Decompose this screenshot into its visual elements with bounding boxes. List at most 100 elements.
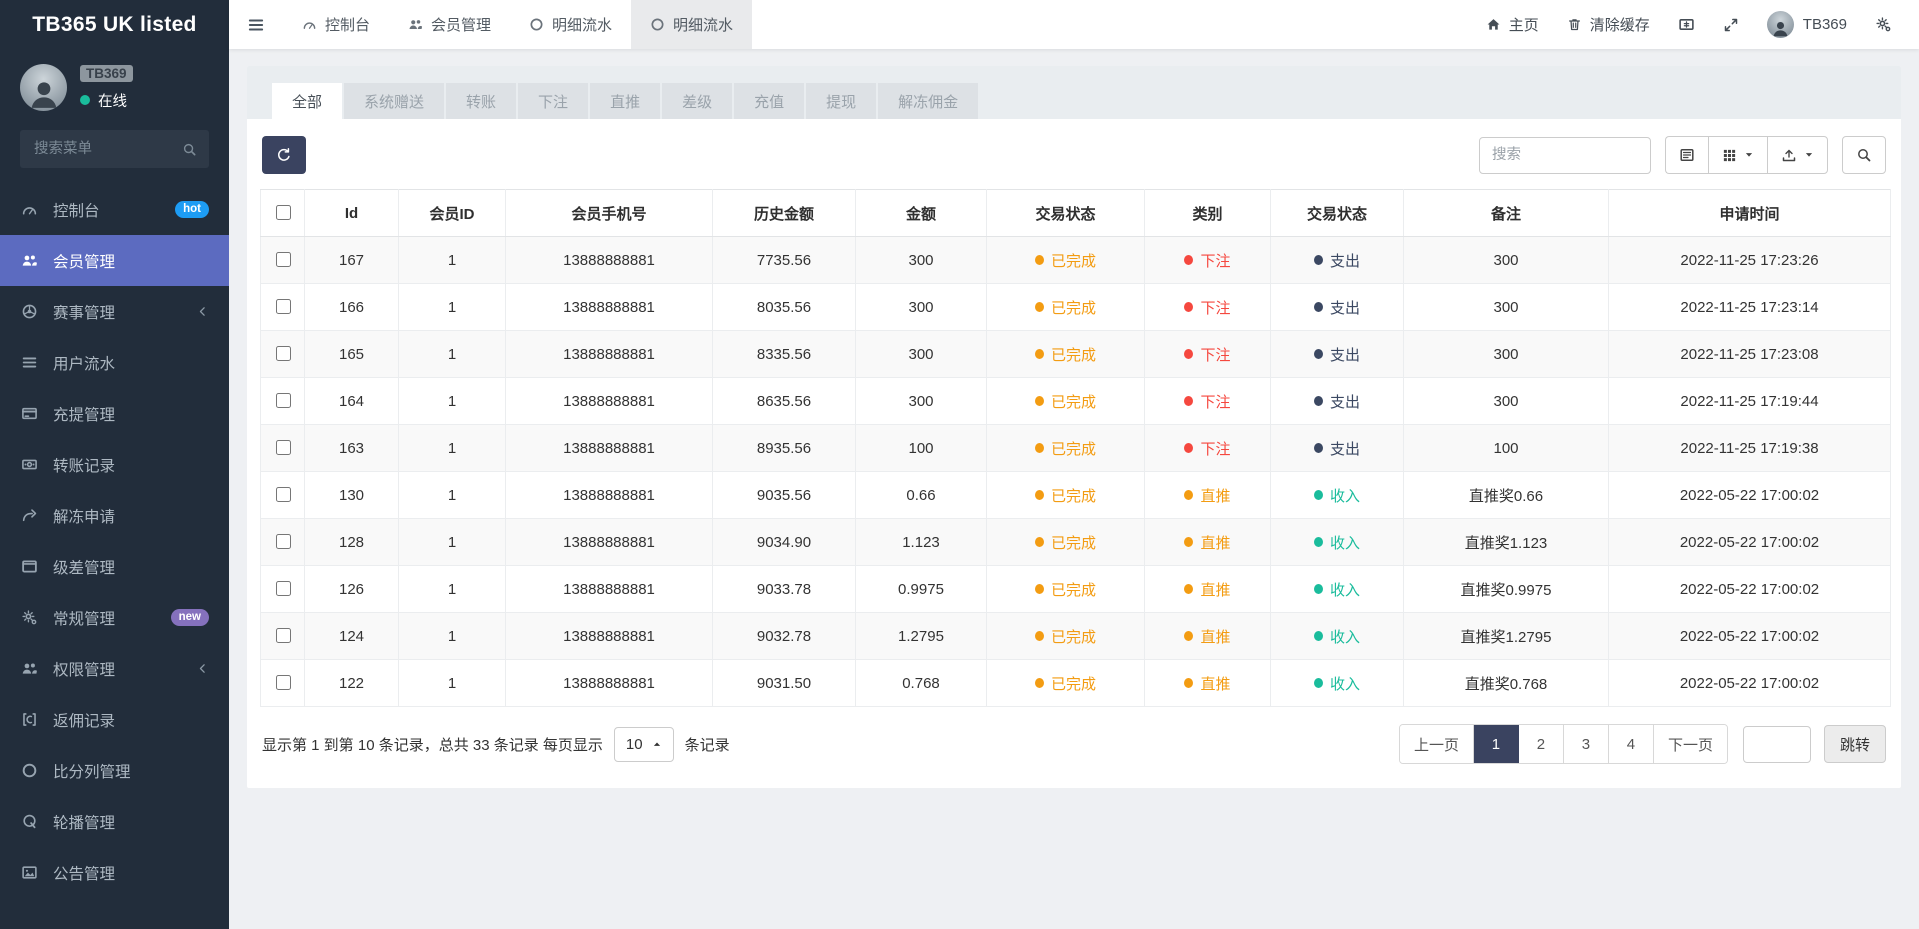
select-all-checkbox[interactable]	[275, 205, 291, 220]
home-link[interactable]: 主页	[1486, 14, 1539, 35]
cell-flow: 收入	[1270, 612, 1404, 660]
jump-page-input[interactable]	[1742, 725, 1811, 763]
cell-id: 124	[304, 612, 399, 660]
filter-tab-4[interactable]: 直推	[590, 83, 661, 119]
page-button-1[interactable]: 1	[1473, 725, 1519, 763]
clear-cache-link[interactable]: 清除缓存	[1567, 14, 1650, 35]
status-label: 支出	[1329, 393, 1360, 411]
cell-amount: 0.9975	[855, 565, 987, 613]
filter-tab-8[interactable]: 解冻佣金	[878, 83, 979, 119]
nav-tab-dashboard[interactable]: 控制台	[283, 0, 389, 49]
columns-button[interactable]	[1708, 136, 1767, 174]
sidebar-item-announcements[interactable]: 公告管理	[0, 847, 229, 898]
nav-tab-flow-2[interactable]: 明细流水	[631, 0, 753, 49]
currency-button[interactable]	[1678, 16, 1695, 33]
sidebar-item-level-diff[interactable]: 级差管理	[0, 541, 229, 592]
row-checkbox[interactable]	[275, 440, 291, 455]
sidebar-item-members[interactable]: 会员管理	[0, 235, 229, 286]
refresh-button[interactable]	[262, 136, 306, 174]
status-badge: 已完成	[1034, 626, 1096, 647]
users-icon	[408, 17, 423, 32]
nav-tab-flow-1[interactable]: 明细流水	[510, 0, 631, 49]
sidebar-toggle-button[interactable]	[229, 16, 283, 34]
page-button-3[interactable]: 3	[1563, 725, 1609, 763]
status-label: 下注	[1200, 393, 1231, 411]
filter-tab-6[interactable]: 充值	[734, 83, 805, 119]
filter-tab-5[interactable]: 差级	[662, 83, 733, 119]
row-checkbox[interactable]	[275, 487, 291, 502]
row-checkbox[interactable]	[275, 628, 291, 643]
sidebar-item-label: 会员管理	[53, 253, 116, 271]
cell-checkbox	[260, 236, 305, 284]
fullscreen-button[interactable]	[1723, 17, 1739, 33]
sidebar-item-general[interactable]: 常规管理 new	[0, 592, 229, 643]
row-checkbox[interactable]	[275, 581, 291, 596]
cell-category: 直推	[1144, 612, 1271, 660]
filter-tab-2[interactable]: 转账	[446, 83, 517, 119]
filter-tab-7[interactable]: 提现	[806, 83, 877, 119]
sidebar-item-permissions[interactable]: 权限管理	[0, 643, 229, 694]
person-icon	[27, 77, 61, 111]
cell-trade_status: 已完成	[986, 377, 1145, 425]
column-header: Id	[304, 189, 399, 237]
cell-history_amount: 9033.78	[712, 565, 856, 613]
user-avatar[interactable]	[20, 64, 67, 111]
row-checkbox[interactable]	[275, 346, 291, 361]
page-button-4[interactable]: 4	[1608, 725, 1654, 763]
cell-time: 2022-11-25 17:19:38	[1608, 424, 1891, 472]
status-label: 收入	[1329, 487, 1360, 505]
app-root: TB365 UK listed TB369 在线 控制台 hot 会员管理赛事管理用…	[0, 0, 1919, 929]
sidebar-item-recharge-withdraw[interactable]: 充提管理	[0, 388, 229, 439]
next-page-button[interactable]: 下一页	[1653, 725, 1727, 763]
page-size-select[interactable]: 10	[613, 726, 674, 762]
status-badge: 下注	[1184, 438, 1231, 459]
app-logo[interactable]: TB365 UK listed	[0, 0, 229, 49]
dashboard-icon	[20, 201, 39, 218]
detail-view-button[interactable]	[1665, 136, 1708, 174]
cell-remark: 直推奖0.66	[1403, 471, 1609, 519]
filter-tab-3[interactable]: 下注	[518, 83, 589, 119]
filter-tab-0[interactable]: 全部	[272, 83, 343, 119]
sidebar-item-label: 公告管理	[53, 865, 116, 883]
nav-tab-members[interactable]: 会员管理	[389, 0, 510, 49]
sidebar-item-transfer-records[interactable]: 转账记录	[0, 439, 229, 490]
sidebar-item-user-flow[interactable]: 用户流水	[0, 337, 229, 388]
status-badge: 收入	[1313, 532, 1360, 553]
navbar-user-menu[interactable]: TB369	[1766, 11, 1847, 38]
cell-trade_status: 已完成	[986, 659, 1145, 707]
toolbar-right	[1479, 136, 1886, 174]
status-label: 直推	[1200, 675, 1231, 693]
sidebar-item-score-columns[interactable]: 比分列管理	[0, 745, 229, 796]
status-dot-icon	[1034, 537, 1044, 547]
page-button-2[interactable]: 2	[1518, 725, 1564, 763]
search-button[interactable]	[1842, 136, 1886, 174]
filter-tab-1[interactable]: 系统赠送	[344, 83, 445, 119]
status-badge: 直推	[1184, 532, 1231, 553]
jump-button[interactable]: 跳转	[1823, 725, 1886, 763]
cell-phone: 13888888881	[505, 283, 713, 331]
home-label: 主页	[1508, 17, 1539, 34]
export-button[interactable]	[1767, 136, 1828, 174]
status-label: 下注	[1200, 346, 1231, 364]
prev-page-button[interactable]: 上一页	[1399, 725, 1474, 763]
caret-up-icon	[652, 739, 662, 749]
cell-checkbox	[260, 424, 305, 472]
sidebar-item-label: 常规管理	[53, 610, 116, 628]
cell-amount: 300	[855, 330, 987, 378]
sidebar-item-unfreeze-requests[interactable]: 解冻申请	[0, 490, 229, 541]
row-checkbox[interactable]	[275, 675, 291, 690]
settings-button[interactable]	[1875, 16, 1892, 33]
row-checkbox[interactable]	[275, 252, 291, 267]
sidebar-item-dashboard[interactable]: 控制台 hot	[0, 184, 229, 235]
sidebar-item-commission-records[interactable]: 返佣记录	[0, 694, 229, 745]
menu-search-input[interactable]	[32, 140, 182, 158]
status-dot-icon	[1313, 302, 1323, 312]
columns-grid-icon	[1722, 148, 1737, 163]
sidebar-item-carousel[interactable]: 轮播管理	[0, 796, 229, 847]
row-checkbox[interactable]	[275, 299, 291, 314]
table-search-input[interactable]	[1479, 136, 1651, 174]
row-checkbox[interactable]	[275, 393, 291, 408]
row-checkbox[interactable]	[275, 534, 291, 549]
sidebar-item-matches[interactable]: 赛事管理	[0, 286, 229, 337]
cell-checkbox	[260, 471, 305, 519]
